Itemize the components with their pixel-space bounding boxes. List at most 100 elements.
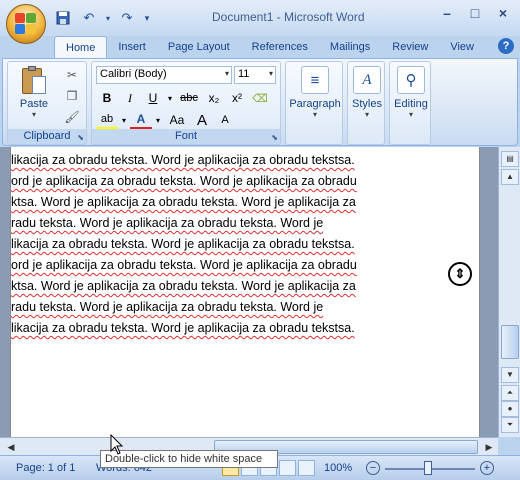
font-size-value: 11 bbox=[238, 68, 250, 80]
undo-dropdown-icon[interactable]: ▾ bbox=[104, 8, 112, 28]
vertical-scrollbar[interactable]: ▤ ▲ ▼ ⏶ ● ⏷ bbox=[498, 147, 520, 437]
clipboard-small-icons: ✂ ❐ 🖌 bbox=[64, 68, 80, 126]
tab-review[interactable]: Review bbox=[381, 36, 439, 58]
document-line[interactable]: likacija za obradu teksta. Word je aplik… bbox=[11, 321, 355, 335]
font-group: Calibri (Body) ▾ 11 ▾ B I U ▾ abc x₂ x² … bbox=[91, 61, 281, 145]
tab-references[interactable]: References bbox=[241, 36, 319, 58]
font-name-dropdown-icon: ▾ bbox=[224, 69, 229, 78]
superscript-button[interactable]: x² bbox=[226, 88, 248, 108]
tooltip: Double-click to hide white space bbox=[100, 450, 278, 468]
document-line[interactable]: ord je aplikacija za obradu teksta. Word… bbox=[11, 174, 357, 188]
document-line[interactable]: radu teksta. Word je aplikacija za obrad… bbox=[11, 216, 323, 230]
select-browse-object-icon[interactable]: ● bbox=[501, 401, 519, 417]
highlight-dropdown-icon[interactable]: ▾ bbox=[119, 110, 129, 130]
autoscroll-cursor-icon: ⇕ bbox=[448, 262, 472, 286]
undo-icon[interactable]: ↶ bbox=[78, 8, 100, 28]
office-button[interactable] bbox=[6, 4, 46, 44]
title-bar: ↶ ▾ ↷ ▾ Document1 - Microsoft Word – □ × bbox=[0, 0, 520, 36]
editing-group: ⚲ Editing ▾ bbox=[389, 61, 431, 145]
editing-label: Editing bbox=[394, 98, 428, 110]
styles-group: A Styles ▾ bbox=[347, 61, 385, 145]
copy-icon[interactable]: ❐ bbox=[64, 89, 80, 105]
paste-button[interactable]: Paste ▾ bbox=[14, 66, 54, 126]
document-line[interactable]: likacija za obradu teksta. Word je aplik… bbox=[11, 153, 355, 167]
previous-page-icon[interactable]: ⏶ bbox=[501, 385, 519, 401]
font-color-dropdown-icon[interactable]: ▾ bbox=[153, 110, 163, 130]
styles-icon: A bbox=[353, 66, 381, 94]
clipboard-group: Paste ▾ ✂ ❐ 🖌 Clipboard ⬊ bbox=[7, 61, 87, 145]
save-icon[interactable] bbox=[52, 8, 74, 28]
tab-page-layout[interactable]: Page Layout bbox=[157, 36, 241, 58]
ribbon-tabs: Home Insert Page Layout References Maili… bbox=[54, 36, 485, 58]
scroll-right-icon[interactable]: ▶ bbox=[482, 439, 496, 455]
office-logo-icon bbox=[15, 13, 37, 35]
font-format-row-1: B I U ▾ abc x₂ x² ⌫ bbox=[96, 88, 271, 108]
font-size-dropdown-icon: ▾ bbox=[268, 69, 273, 78]
italic-button[interactable]: I bbox=[119, 88, 141, 108]
scroll-down-icon[interactable]: ▼ bbox=[501, 367, 519, 383]
font-name-value: Calibri (Body) bbox=[100, 68, 167, 80]
ribbon: Paste ▾ ✂ ❐ 🖌 Clipboard ⬊ Calibri (Body)… bbox=[2, 58, 518, 146]
tab-mailings[interactable]: Mailings bbox=[319, 36, 381, 58]
document-line[interactable]: radu teksta. Word je aplikacija za obrad… bbox=[11, 300, 323, 314]
paragraph-icon: ≡ bbox=[301, 66, 329, 94]
paste-icon bbox=[20, 66, 48, 96]
ruler-toggle-icon[interactable]: ▤ bbox=[501, 151, 519, 167]
outline-view-icon[interactable] bbox=[279, 460, 296, 476]
document-line[interactable]: ktsa. Word je aplikacija za obradu tekst… bbox=[11, 279, 356, 293]
next-page-icon[interactable]: ⏷ bbox=[501, 417, 519, 433]
page-count[interactable]: Page: 1 of 1 bbox=[16, 462, 75, 474]
customize-qat-icon[interactable]: ▾ bbox=[142, 8, 152, 28]
close-button[interactable]: × bbox=[492, 4, 514, 22]
paragraph-button[interactable]: ≡ Paragraph ▾ bbox=[288, 66, 342, 119]
minimize-button[interactable]: – bbox=[436, 4, 458, 22]
maximize-button[interactable]: □ bbox=[464, 4, 486, 22]
cut-icon[interactable]: ✂ bbox=[64, 68, 80, 84]
binoculars-icon: ⚲ bbox=[397, 66, 425, 94]
tab-home[interactable]: Home bbox=[54, 36, 108, 58]
scroll-up-icon[interactable]: ▲ bbox=[501, 169, 519, 185]
redo-icon[interactable]: ↷ bbox=[116, 8, 138, 28]
subscript-button[interactable]: x₂ bbox=[203, 88, 225, 108]
underline-dropdown-icon[interactable]: ▾ bbox=[165, 88, 175, 108]
tab-view[interactable]: View bbox=[439, 36, 485, 58]
clear-formatting-icon[interactable]: ⌫ bbox=[249, 88, 271, 108]
font-name-combo[interactable]: Calibri (Body) ▾ bbox=[96, 66, 232, 84]
bold-button[interactable]: B bbox=[96, 88, 118, 108]
zoom-out-button[interactable]: − bbox=[366, 461, 380, 475]
paragraph-group: ≡ Paragraph ▾ bbox=[285, 61, 343, 145]
document-area: likacija za obradu teksta. Word je aplik… bbox=[0, 147, 498, 437]
font-size-combo[interactable]: 11 ▾ bbox=[234, 66, 276, 84]
help-icon[interactable]: ? bbox=[498, 38, 514, 54]
highlight-color-icon[interactable]: ab bbox=[96, 110, 118, 130]
underline-button[interactable]: U bbox=[142, 88, 164, 108]
change-case-button[interactable]: Aa bbox=[164, 110, 190, 130]
zoom-slider-thumb[interactable] bbox=[424, 461, 432, 475]
document-page[interactable]: likacija za obradu teksta. Word je aplik… bbox=[10, 147, 480, 437]
styles-label: Styles bbox=[352, 98, 382, 110]
scroll-left-icon[interactable]: ◀ bbox=[4, 439, 18, 455]
zoom-level[interactable]: 100% bbox=[324, 462, 352, 474]
window-title: Document1 - Microsoft Word bbox=[212, 10, 365, 24]
grow-font-button[interactable]: A bbox=[191, 110, 213, 130]
document-line[interactable]: likacija za obradu teksta. Word je aplik… bbox=[11, 237, 355, 251]
editing-button[interactable]: ⚲ Editing ▾ bbox=[390, 66, 432, 119]
font-color-icon[interactable]: A bbox=[130, 110, 152, 130]
font-launcher-icon[interactable]: ⬊ bbox=[271, 133, 278, 142]
clipboard-launcher-icon[interactable]: ⬊ bbox=[77, 133, 84, 142]
document-line[interactable]: ord je aplikacija za obradu teksta. Word… bbox=[11, 258, 357, 272]
strikethrough-button[interactable]: abc bbox=[176, 88, 202, 108]
document-line[interactable]: ktsa. Word je aplikacija za obradu tekst… bbox=[11, 195, 356, 209]
styles-button[interactable]: A Styles ▾ bbox=[348, 66, 386, 119]
zoom-in-button[interactable]: + bbox=[480, 461, 494, 475]
shrink-font-button[interactable]: A bbox=[214, 110, 236, 130]
format-painter-icon[interactable]: 🖌 bbox=[64, 110, 80, 126]
mouse-pointer-icon bbox=[110, 434, 124, 455]
quick-access-toolbar: ↶ ▾ ↷ ▾ bbox=[52, 8, 152, 28]
vertical-scroll-thumb[interactable] bbox=[501, 325, 519, 359]
font-group-label: Font bbox=[92, 129, 280, 144]
draft-view-icon[interactable] bbox=[298, 460, 315, 476]
paste-label: Paste bbox=[19, 98, 49, 110]
window-controls: – □ × bbox=[436, 4, 514, 22]
tab-insert[interactable]: Insert bbox=[107, 36, 157, 58]
